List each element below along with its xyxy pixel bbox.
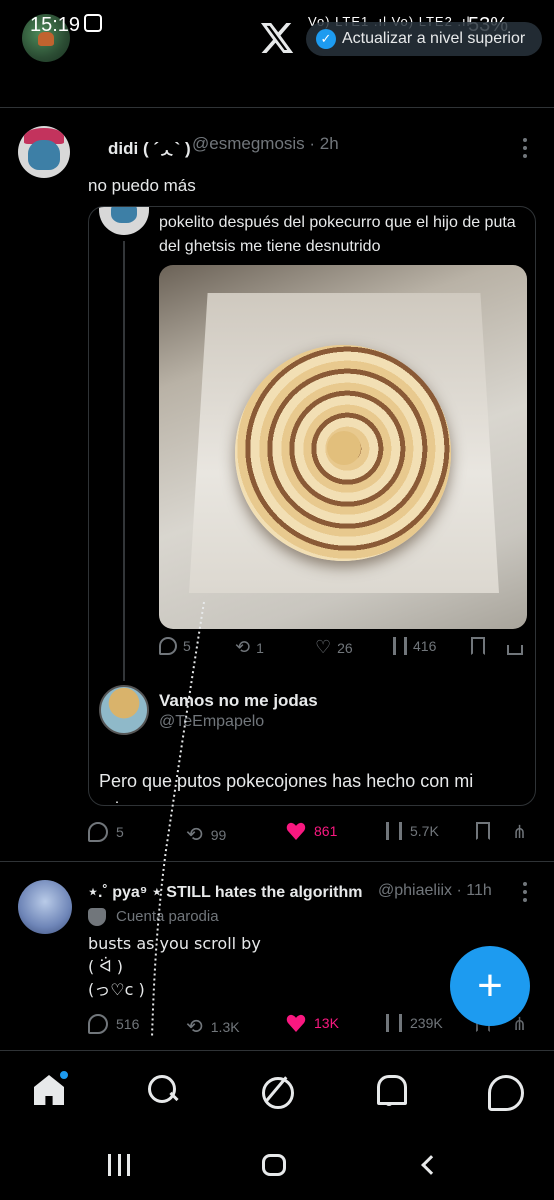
recents-icon[interactable]	[108, 1154, 130, 1176]
like-button[interactable]: 861	[286, 822, 337, 840]
reply-count: 516	[116, 1016, 140, 1032]
retweet-icon: ⟲	[186, 824, 203, 846]
quoted-retweet-count: 1	[256, 639, 264, 656]
retweet-count: 1.3K	[210, 1018, 240, 1035]
reply-avatar[interactable]	[99, 685, 149, 735]
tweet[interactable]: didi ( ´ᆺ` ) @esmegmosis · 2h no puedo m…	[0, 110, 554, 862]
quoted-share-button[interactable]	[507, 637, 523, 655]
more-options-icon[interactable]	[522, 138, 528, 158]
like-count: 861	[314, 823, 338, 839]
tweet-time: · 11h	[456, 882, 492, 899]
share-button[interactable]: ⋔	[512, 822, 527, 843]
reply-icon	[88, 822, 108, 842]
avatar[interactable]	[18, 880, 72, 934]
quoted-avatar	[99, 207, 149, 235]
quoted-bookmark-button[interactable]	[471, 637, 485, 655]
status-time: 15:19	[30, 14, 81, 36]
notification-dot	[58, 1069, 70, 1081]
reply-text: Pero que putos pokecojones has hecho con…	[99, 771, 474, 805]
back-icon[interactable]	[421, 1155, 441, 1175]
parody-mask-icon	[88, 908, 106, 926]
verified-check-icon: ✓	[316, 29, 336, 49]
grok-icon[interactable]	[258, 1073, 294, 1109]
cinnamon-roll-image[interactable]	[159, 265, 527, 629]
quoted-like-count: 26	[337, 639, 353, 656]
quoted-text: pokelito después del pokecurro que el hi…	[159, 214, 516, 255]
quoted-retweet-button[interactable]: ⟲ 1	[235, 637, 264, 658]
views-icon	[386, 1014, 402, 1032]
reply-author-name[interactable]: Vamos no me jodas	[159, 691, 318, 711]
views-count: 239K	[410, 1015, 443, 1031]
views-button[interactable]: 5.7K	[386, 822, 439, 840]
upgrade-label: Actualizar a nivel superior	[342, 30, 526, 47]
author-handle-text: @esmegmosis	[192, 134, 305, 153]
heart-filled-icon	[286, 1014, 306, 1032]
like-count: 13K	[314, 1015, 339, 1031]
home-icon[interactable]	[32, 1069, 70, 1109]
x-logo-icon	[260, 23, 294, 53]
retweet-button[interactable]: ⟲ 1.3K	[186, 1014, 240, 1039]
retweet-button[interactable]: ⟲ 99	[186, 822, 226, 847]
compose-button[interactable]: +	[450, 946, 530, 1026]
search-icon[interactable]	[146, 1073, 182, 1109]
tweet-time: · 2h	[309, 134, 339, 153]
upgrade-button[interactable]: ✓ Actualizar a nivel superior	[306, 22, 542, 56]
parody-badge: Cuenta parodia	[116, 908, 219, 925]
retweet-icon: ⟲	[186, 1016, 203, 1038]
author-name[interactable]: didi ( ´ᆺ` )	[108, 134, 191, 159]
share-icon	[507, 645, 523, 655]
author-handle[interactable]: @esmegmosis · 2h	[192, 134, 339, 154]
system-nav	[0, 1130, 554, 1200]
tweet-text: busts as you scroll by ( ᐛ ) (っ♡c )	[88, 934, 261, 999]
reply-count: 5	[116, 824, 124, 840]
tweet-actions: 5 ⟲ 99 861 5.7K ⋔	[88, 822, 538, 848]
views-button[interactable]: 239K	[386, 1014, 443, 1032]
thread-line	[123, 241, 125, 681]
tweet-text: no puedo más	[88, 176, 196, 195]
heart-filled-icon	[286, 822, 306, 840]
retweet-count: 99	[210, 826, 227, 843]
reply-icon	[88, 1014, 108, 1034]
messages-icon[interactable]	[486, 1073, 524, 1111]
avatar[interactable]	[18, 126, 70, 178]
reply-author-handle[interactable]: @TeEmpapelo	[159, 713, 264, 731]
system-home-icon[interactable]	[262, 1154, 286, 1176]
plus-icon: +	[477, 961, 503, 1010]
bookmark-icon	[476, 822, 490, 840]
quoted-reply-button[interactable]: 5	[159, 637, 191, 655]
retweet-icon: ⟲	[235, 637, 251, 657]
top-bar: 15:19 Vo) LTE1 .ıl Vo) LTE2 .ıl 53% ✓ Ac…	[0, 0, 554, 108]
author-handle-text: @phiaeliix	[378, 882, 453, 899]
reply-button[interactable]: 5	[88, 822, 124, 842]
bookmark-button[interactable]	[476, 822, 490, 840]
heart-icon: ♡	[315, 637, 332, 657]
more-options-icon[interactable]	[522, 882, 528, 902]
bottom-nav	[0, 1050, 554, 1130]
quoted-like-button[interactable]: ♡ 26	[315, 637, 353, 658]
quoted-thread[interactable]: pokelito después del pokecurro que el hi…	[88, 206, 536, 806]
quoted-views[interactable]: 416	[393, 637, 436, 655]
quoted-actions: 5 ⟲ 1 ♡ 26 416	[159, 637, 527, 661]
author-handle[interactable]: @phiaeliix · 11h	[378, 882, 492, 900]
tv-notification-icon	[84, 14, 102, 32]
views-icon	[393, 637, 407, 655]
quoted-reply-count: 5	[183, 638, 191, 654]
views-icon	[386, 822, 402, 840]
bookmark-icon	[471, 637, 485, 655]
like-button[interactable]: 13K	[286, 1014, 339, 1032]
reply-button[interactable]: 516	[88, 1014, 139, 1034]
reply-icon	[159, 637, 177, 655]
share-icon: ⋔	[512, 822, 528, 842]
bell-icon[interactable]	[372, 1073, 408, 1109]
author-name[interactable]: ⋆.˚ pya⁹ ⋆ STILL hates the algorithm	[88, 882, 362, 902]
quoted-views-count: 416	[413, 638, 437, 654]
views-count: 5.7K	[410, 823, 439, 839]
